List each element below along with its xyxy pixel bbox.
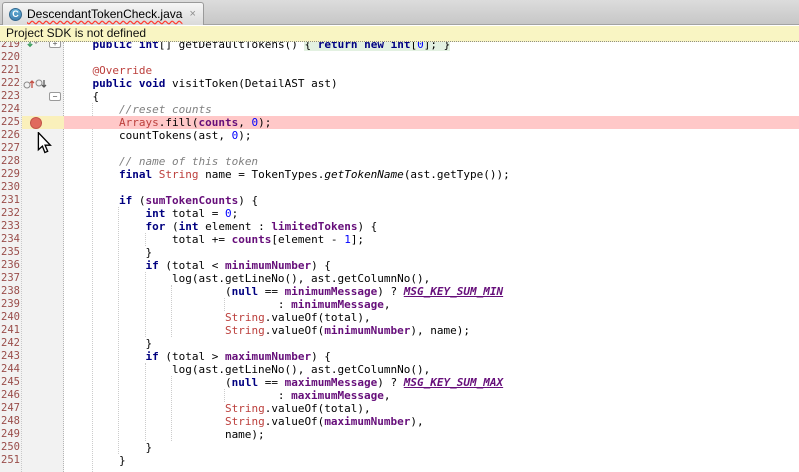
code-line[interactable]: }	[64, 441, 799, 454]
line-number[interactable]: 240	[0, 311, 20, 324]
code-line[interactable]: log(ast.getLineNo(), ast.getColumnNo(),	[64, 272, 799, 285]
code-line[interactable]: String.valueOf(total),	[64, 311, 799, 324]
line-number[interactable]: 224	[0, 103, 20, 116]
line-number[interactable]: 243	[0, 350, 20, 363]
line-number[interactable]: 220	[0, 51, 20, 64]
code-line[interactable]: public void visitToken(DetailAST ast)	[64, 77, 799, 90]
breakpoint-icon[interactable]	[30, 117, 42, 129]
code-line[interactable]: if (total < minimumNumber) {	[64, 259, 799, 272]
code-line[interactable]: total += counts[element - 1];	[64, 233, 799, 246]
fold-minus-icon[interactable]: −	[49, 92, 61, 101]
line-number[interactable]: 247	[0, 402, 20, 415]
code-line[interactable]: String.valueOf(total),	[64, 402, 799, 415]
sdk-warning-banner: Project SDK is not defined	[0, 26, 799, 42]
line-number[interactable]: 238	[0, 285, 20, 298]
line-number[interactable]: 236	[0, 259, 20, 272]
line-number[interactable]: 229	[0, 168, 20, 181]
line-number[interactable]: 249	[0, 428, 20, 441]
code-line-highlighted[interactable]: Arrays.fill(counts, 0);	[64, 116, 799, 129]
line-number[interactable]: 241	[0, 324, 20, 337]
code-line[interactable]: String.valueOf(minimumNumber), name);	[64, 324, 799, 337]
line-number[interactable]: 223	[0, 90, 20, 103]
mouse-cursor	[37, 132, 52, 154]
tab-close-icon[interactable]: ×	[187, 8, 195, 20]
line-number[interactable]: 245	[0, 376, 20, 389]
line-number[interactable]: 235	[0, 246, 20, 259]
line-number[interactable]: 221	[0, 64, 20, 77]
tab-title: DescendantTokenCheck.java	[27, 7, 182, 21]
gutter[interactable]: 219+220221222223−22422522622722822923023…	[0, 42, 64, 472]
code-line[interactable]: : maximumMessage,	[64, 389, 799, 402]
line-number[interactable]: 251	[0, 454, 20, 467]
line-number[interactable]: 244	[0, 363, 20, 376]
line-number[interactable]: 227	[0, 142, 20, 155]
line-number[interactable]: 246	[0, 389, 20, 402]
code-line[interactable]	[64, 142, 799, 155]
line-number[interactable]: 219	[0, 42, 20, 51]
line-number[interactable]: 222	[0, 77, 20, 90]
code-line[interactable]: public int[] getDefaultTokens() { return…	[64, 42, 799, 51]
line-number[interactable]: 242	[0, 337, 20, 350]
line-number[interactable]: 239	[0, 298, 20, 311]
code-area[interactable]: public int[] getDefaultTokens() { return…	[0, 42, 799, 472]
code-line[interactable]: //reset counts	[64, 103, 799, 116]
code-line[interactable]: (null == minimumMessage) ? MSG_KEY_SUM_M…	[64, 285, 799, 298]
overrides-up-icon[interactable]	[23, 78, 35, 90]
line-number[interactable]: 228	[0, 155, 20, 168]
code-line[interactable]: name);	[64, 428, 799, 441]
code-line[interactable]: @Override	[64, 64, 799, 77]
line-number[interactable]: 250	[0, 441, 20, 454]
breakpoint-gutter-highlight	[22, 116, 64, 129]
line-number[interactable]: 225	[0, 116, 20, 129]
code-line[interactable]: {	[64, 90, 799, 103]
code-line[interactable]	[64, 181, 799, 194]
code-line[interactable]: }	[64, 337, 799, 350]
line-number[interactable]: 232	[0, 207, 20, 220]
line-number[interactable]: 230	[0, 181, 20, 194]
fold-plus-icon[interactable]: +	[49, 42, 61, 48]
editor[interactable]: public int[] getDefaultTokens() { return…	[0, 42, 799, 472]
line-number[interactable]: 231	[0, 194, 20, 207]
implemented-down-icon[interactable]	[26, 42, 38, 50]
line-number[interactable]: 226	[0, 129, 20, 142]
code-line[interactable]: int total = 0;	[64, 207, 799, 220]
code-line[interactable]: }	[64, 454, 799, 467]
code-line[interactable]	[64, 51, 799, 64]
line-number[interactable]: 248	[0, 415, 20, 428]
line-number[interactable]: 234	[0, 233, 20, 246]
code-line[interactable]: for (int element : limitedTokens) {	[64, 220, 799, 233]
ide-window: C DescendantTokenCheck.java × Project SD…	[0, 0, 799, 472]
class-icon: C	[9, 8, 22, 21]
code-line[interactable]: String.valueOf(maximumNumber),	[64, 415, 799, 428]
code-line[interactable]: countTokens(ast, 0);	[64, 129, 799, 142]
sdk-warning-text: Project SDK is not defined	[6, 26, 146, 40]
gutter-separator	[21, 42, 22, 472]
tab-bar: C DescendantTokenCheck.java ×	[0, 0, 799, 25]
code-line[interactable]: (null == maximumMessage) ? MSG_KEY_SUM_M…	[64, 376, 799, 389]
overridden-down-icon[interactable]	[35, 78, 47, 90]
code-line[interactable]: log(ast.getLineNo(), ast.getColumnNo(),	[64, 363, 799, 376]
line-number[interactable]: 233	[0, 220, 20, 233]
code-line[interactable]: // name of this token	[64, 155, 799, 168]
editor-tab[interactable]: C DescendantTokenCheck.java ×	[2, 2, 204, 25]
code-line[interactable]: if (sumTokenCounts) {	[64, 194, 799, 207]
code-line[interactable]: }	[64, 246, 799, 259]
code-line[interactable]: if (total > maximumNumber) {	[64, 350, 799, 363]
line-number[interactable]: 237	[0, 272, 20, 285]
code-line[interactable]: : minimumMessage,	[64, 298, 799, 311]
code-line[interactable]: final String name = TokenTypes.getTokenN…	[64, 168, 799, 181]
